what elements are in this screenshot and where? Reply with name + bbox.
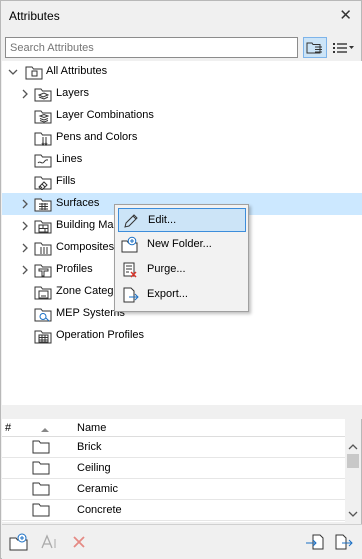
lines-icon [34, 154, 52, 168]
list-item-name: Concrete [77, 504, 122, 516]
profiles-icon [34, 264, 52, 278]
menu-item-edit[interactable]: Edit... [118, 208, 246, 232]
export-icon [123, 287, 139, 303]
tree-item-label: Composites [56, 241, 115, 253]
tree-item-all-attributes[interactable]: All Attributes [2, 61, 362, 83]
pens-icon [34, 132, 52, 146]
tree-item-label: Building Ma [56, 219, 114, 231]
fills-icon [34, 176, 52, 190]
layers-icon [34, 88, 52, 102]
chevron-right-icon[interactable] [20, 265, 30, 275]
list-header: # Name [2, 419, 345, 437]
tree-item-layer-combinations[interactable]: Layer Combinations [2, 105, 362, 127]
folder-icon [32, 482, 50, 496]
new-folder-icon [9, 533, 28, 551]
search-field[interactable] [5, 37, 298, 58]
folder-icon [32, 440, 50, 454]
column-name[interactable]: Name [77, 422, 106, 434]
sort-ascending-icon[interactable] [40, 424, 50, 436]
list-view-button[interactable] [331, 37, 355, 58]
tree-item-operation-profiles[interactable]: Operation Profiles [2, 325, 362, 347]
context-menu: Edit... New Folder... Purge... Export... [114, 204, 249, 312]
tree-item-label: Operation Profiles [56, 329, 145, 341]
delete-button[interactable] [68, 531, 90, 553]
chevron-right-icon[interactable] [20, 199, 30, 209]
panel-title: Attributes [9, 9, 60, 23]
operation-profiles-icon [34, 330, 52, 344]
pencil-icon [124, 214, 138, 228]
chevron-right-icon[interactable] [20, 243, 30, 253]
tree-item-pens-and-colors[interactable]: Pens and Colors [2, 127, 362, 149]
search-input[interactable] [6, 38, 297, 57]
tree-item-label: Lines [56, 153, 83, 165]
folder-icon [32, 461, 50, 475]
folder-tree-icon [306, 42, 322, 53]
delete-icon [73, 536, 85, 548]
surfaces-icon [34, 198, 52, 212]
import-button[interactable] [304, 531, 326, 553]
attributes-panel: Attributes ✕ All Attributes [0, 0, 362, 559]
tree-item-lines[interactable]: Lines [2, 149, 362, 171]
menu-item-new-folder[interactable]: New Folder... [118, 233, 246, 257]
attribute-list: # Name Brick Ceiling Ceramic Concrete [2, 419, 345, 522]
rename-icon [41, 534, 56, 549]
import-icon [306, 534, 324, 550]
tree-item-fills[interactable]: Fills [2, 171, 362, 193]
panel-splitter[interactable] [2, 405, 362, 419]
list-scrollbar[interactable] [345, 438, 361, 522]
export-button[interactable] [333, 531, 355, 553]
bottom-toolbar [2, 524, 362, 559]
close-icon[interactable]: ✕ [339, 6, 352, 24]
menu-item-purge[interactable]: Purge... [118, 258, 246, 282]
export-icon [335, 534, 353, 550]
tree-item-label: All Attributes [46, 65, 108, 77]
menu-item-label: Export... [147, 288, 188, 300]
all-attributes-icon [25, 66, 43, 80]
tree-item-label: Profiles [56, 263, 93, 275]
tree-item-label: Surfaces [56, 197, 100, 209]
tree-item-label: Zone Categ [56, 285, 114, 297]
folder-view-button[interactable] [303, 37, 327, 58]
tree-item-label: Layers [56, 87, 90, 99]
list-item[interactable]: Ceramic [2, 479, 345, 500]
list-item[interactable]: Ceiling [2, 458, 345, 479]
list-item[interactable]: Brick [2, 437, 345, 458]
menu-item-label: Purge... [147, 263, 186, 275]
scrollbar-track [347, 444, 359, 517]
purge-icon [123, 262, 137, 278]
tree-item-label: Fills [56, 175, 76, 187]
zone-categories-icon [34, 286, 52, 300]
list-item-name: Ceramic [77, 483, 118, 495]
tree-item-label: Pens and Colors [56, 131, 138, 143]
chevron-right-icon[interactable] [20, 221, 30, 231]
composites-icon [34, 242, 52, 256]
folder-icon [32, 503, 50, 517]
chevron-right-icon[interactable] [20, 89, 30, 99]
menu-item-export[interactable]: Export... [118, 283, 246, 307]
layer-combinations-icon [34, 110, 52, 124]
list-item[interactable]: Concrete [2, 500, 345, 521]
building-materials-icon [34, 220, 52, 234]
list-menu-icon [333, 42, 354, 53]
menu-item-label: Edit... [148, 214, 177, 226]
new-folder-button[interactable] [8, 531, 30, 553]
list-item-name: Ceiling [77, 462, 111, 474]
mep-systems-icon [34, 308, 52, 322]
tree-item-layers[interactable]: Layers [2, 83, 362, 105]
menu-item-label: New Folder... [147, 238, 212, 250]
list-item-name: Brick [77, 441, 102, 453]
rename-button[interactable] [39, 531, 61, 553]
chevron-down-icon[interactable] [8, 67, 18, 77]
column-index[interactable]: # [5, 422, 11, 434]
new-folder-icon [121, 236, 138, 253]
tree-item-label: Layer Combinations [56, 109, 154, 121]
